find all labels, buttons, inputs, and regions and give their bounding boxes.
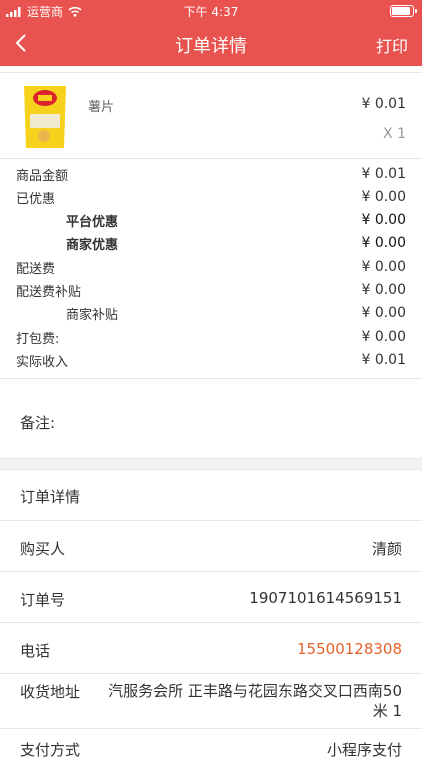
status-time: 下午 4:37 (183, 5, 239, 19)
fee-value: ¥ 0.00 (361, 189, 406, 205)
address-line-2: 米 1 (372, 702, 402, 720)
fee-row-delivery-subsidy: 配送费补贴 ¥ 0.00 (16, 279, 406, 301)
fee-value: ¥ 0.00 (361, 235, 406, 251)
fee-row-packing: 打包费: ¥ 0.00 (16, 326, 406, 348)
fee-row-goods-amount: 商品金额 ¥ 0.01 (16, 163, 406, 185)
fee-label: 配送费补贴 (16, 284, 82, 300)
fee-label: 商品金额 (16, 168, 69, 184)
fee-row-platform-discount: 平台优惠 ¥ 0.00 (16, 209, 406, 231)
fee-row-discounted: 已优惠 ¥ 0.00 (16, 186, 406, 208)
phone-value[interactable]: 15500128308 (297, 640, 402, 661)
phone-row: 电话 15500128308 (20, 640, 402, 661)
fee-row-merchant-discount: 商家优惠 ¥ 0.00 (16, 232, 406, 254)
buyer-label: 购买人 (20, 540, 66, 558)
fee-row-merchant-subsidy: 商家补贴 ¥ 0.00 (16, 302, 406, 324)
details-title: 订单详情 (20, 488, 81, 506)
section-gap (0, 459, 422, 469)
phone-label: 电话 (20, 642, 51, 660)
order-number-value: 1907101614569151 (249, 589, 402, 607)
product-name: 薯片 (88, 100, 115, 115)
nav-bar: 订单详情 打印 (0, 20, 422, 66)
fee-value: ¥ 0.00 (361, 329, 406, 345)
fee-row-actual-income: 实际收入 ¥ 0.01 (16, 349, 406, 371)
fee-value: ¥ 0.00 (361, 212, 406, 228)
print-button[interactable]: 打印 (376, 33, 408, 57)
fee-row-delivery: 配送费 ¥ 0.00 (16, 256, 406, 278)
divider (0, 158, 422, 159)
product-price: ¥ 0.01 (361, 96, 406, 112)
divider (0, 378, 422, 379)
fee-value: ¥ 0.00 (361, 259, 406, 275)
page-title: 订单详情 (175, 36, 247, 57)
remark-label: 备注: (20, 414, 56, 432)
fee-value: ¥ 0.01 (361, 352, 406, 368)
divider (0, 469, 422, 470)
fee-value: ¥ 0.00 (361, 305, 406, 321)
address-row: 收货地址 汽服务会所 正丰路与花园东路交叉口西南50 米 1 (20, 681, 402, 721)
order-number-row: 订单号 1907101614569151 (20, 589, 402, 610)
fee-value: ¥ 0.01 (361, 166, 406, 182)
divider (0, 728, 422, 729)
address-value: 汽服务会所 正丰路与花园东路交叉口西南50 米 1 (108, 681, 402, 721)
fee-label: 配送费 (16, 261, 56, 277)
divider (0, 520, 422, 521)
details-header: 订单详情 (20, 486, 402, 507)
fee-label: 商家补贴 (66, 307, 119, 323)
fee-label: 打包费: (16, 331, 60, 347)
fee-label: 平台优惠 (66, 214, 119, 230)
product-row[interactable]: 薯片 ¥ 0.01 X 1 (0, 74, 422, 158)
order-number-label: 订单号 (20, 591, 66, 609)
address-label: 收货地址 (20, 683, 81, 701)
product-image (24, 86, 66, 148)
product-quantity: X 1 (383, 126, 406, 142)
battery-icon (390, 5, 417, 17)
divider (0, 622, 422, 623)
fee-value: ¥ 0.00 (361, 282, 406, 298)
fee-label: 实际收入 (16, 354, 69, 370)
fee-label: 已优惠 (16, 191, 56, 207)
status-bar: 运营商 下午 4:37 (0, 0, 422, 20)
fee-label: 商家优惠 (66, 237, 119, 253)
buyer-row: 购买人 清颜 (20, 538, 402, 559)
address-line-1: 汽服务会所 正丰路与花园东路交叉口西南50 (108, 682, 402, 700)
buyer-value: 清颜 (371, 540, 402, 558)
divider (0, 72, 422, 73)
divider (0, 673, 422, 674)
divider (0, 571, 422, 572)
